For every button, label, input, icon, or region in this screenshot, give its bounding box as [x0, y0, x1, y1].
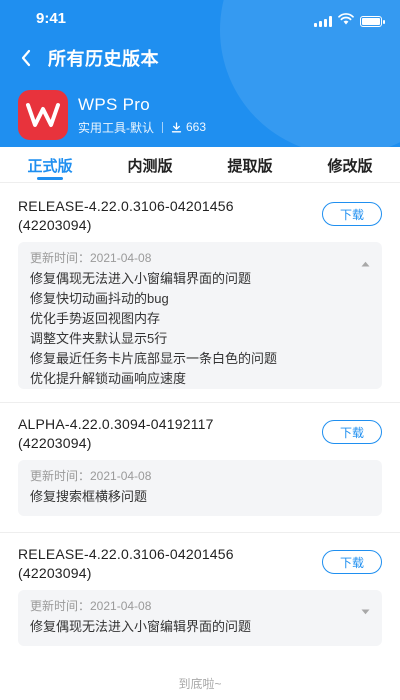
wps-logo — [18, 90, 68, 140]
version-item: RELEASE-4.22.0.3106-04201456 (42203094) … — [0, 185, 400, 403]
tab-modified[interactable]: 修改版 — [300, 147, 400, 182]
caret-up-icon[interactable] — [361, 254, 370, 272]
app-category: 实用工具-默认 — [78, 120, 154, 135]
page-title: 所有历史版本 — [48, 49, 159, 69]
version-list: RELEASE-4.22.0.3106-04201456 (42203094) … — [0, 185, 400, 663]
app-info: WPS Pro 实用工具-默认 663 — [18, 90, 206, 140]
release-notes: 更新时间：2021-04-08 修复偶现无法进入小窗编辑界面的问题 — [18, 590, 382, 646]
version-title: RELEASE-4.22.0.3106-04201456 (42203094) — [18, 545, 234, 583]
note-line: 调整文件夹默认显示5行 — [30, 331, 168, 346]
tab-extracted[interactable]: 提取版 — [200, 147, 300, 182]
signal-icon — [314, 15, 332, 27]
version-name: ALPHA-4.22.0.3094-04192117 — [18, 416, 214, 432]
download-button[interactable]: 下载 — [322, 202, 382, 226]
update-time: 更新时间：2021-04-08 — [30, 599, 152, 613]
release-notes: 更新时间：2021-04-08 修复搜索框横移问题 — [18, 460, 382, 516]
version-build: (42203094) — [18, 565, 92, 581]
update-time: 更新时间：2021-04-08 — [30, 251, 152, 265]
status-icons — [314, 12, 385, 30]
version-name: RELEASE-4.22.0.3106-04201456 — [18, 546, 234, 562]
version-build: (42203094) — [18, 217, 92, 233]
download-count: 663 — [186, 120, 207, 134]
tab-beta[interactable]: 内测版 — [100, 147, 200, 182]
tab-official[interactable]: 正式版 — [0, 147, 100, 182]
app-text: WPS Pro 实用工具-默认 663 — [78, 95, 206, 136]
nav-bar: 所有历史版本 — [0, 40, 400, 76]
version-build: (42203094) — [18, 435, 92, 451]
version-item: RELEASE-4.22.0.3106-04201456 (42203094) … — [0, 533, 400, 663]
caret-down-icon[interactable] — [361, 602, 370, 620]
header: 9:41 所有历史版本 WPS Pro 实用工具-默认 663 — [0, 0, 400, 147]
end-of-list-text: 到底啦~ — [178, 677, 222, 691]
status-time: 9:41 — [36, 10, 67, 27]
version-item: ALPHA-4.22.0.3094-04192117 (42203094) 下载… — [0, 403, 400, 533]
app-meta: 实用工具-默认 663 — [78, 119, 206, 136]
version-title: RELEASE-4.22.0.3106-04201456 (42203094) — [18, 197, 234, 235]
release-notes: 更新时间：2021-04-08 修复偶现无法进入小窗编辑界面的问题 修复快切动画… — [18, 242, 382, 389]
note-line: 优化手势返回视图内存 — [30, 311, 161, 326]
note-line: 优化提升解锁动画响应速度 — [30, 371, 187, 386]
note-line: 修复最近任务卡片底部显示一条白色的问题 — [30, 351, 278, 366]
version-title: ALPHA-4.22.0.3094-04192117 (42203094) — [18, 415, 214, 453]
app-name: WPS Pro — [78, 94, 151, 114]
status-bar: 9:41 — [0, 0, 400, 36]
download-button[interactable]: 下载 — [322, 420, 382, 444]
download-icon — [171, 121, 182, 133]
note-line: 修复快切动画抖动的bug — [30, 291, 169, 306]
note-line: 修复搜索框横移问题 — [30, 489, 148, 504]
meta-divider — [162, 121, 163, 133]
update-time: 更新时间：2021-04-08 — [30, 469, 152, 483]
note-line: 修复偶现无法进入小窗编辑界面的问题 — [30, 619, 252, 634]
note-line: 修复偶现无法进入小窗编辑界面的问题 — [30, 271, 252, 286]
download-button[interactable]: 下载 — [322, 550, 382, 574]
chevron-left-icon[interactable] — [8, 40, 44, 76]
version-tabs: 正式版 内测版 提取版 修改版 — [0, 147, 400, 183]
wifi-icon — [338, 12, 354, 30]
version-name: RELEASE-4.22.0.3106-04201456 — [18, 198, 234, 214]
battery-icon — [360, 15, 385, 27]
